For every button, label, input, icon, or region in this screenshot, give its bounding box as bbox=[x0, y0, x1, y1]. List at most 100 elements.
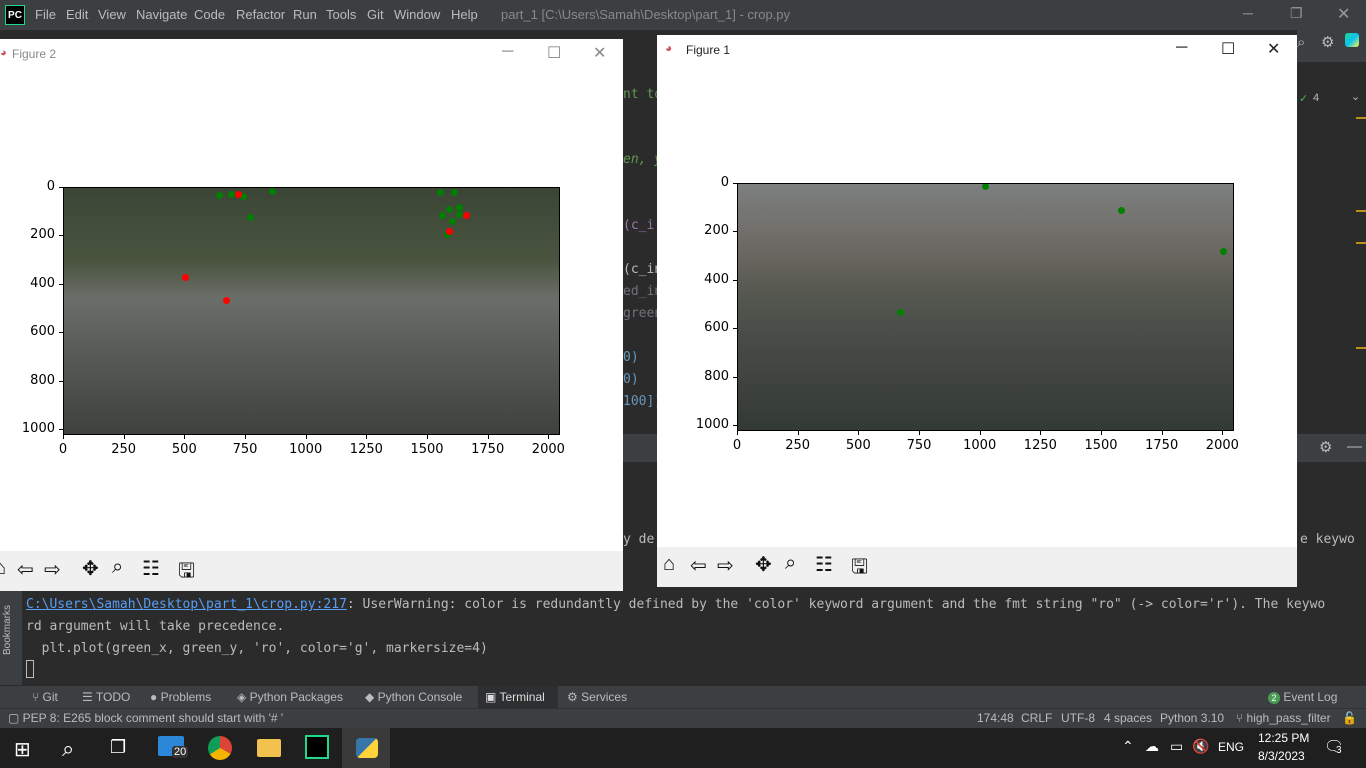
home-icon[interactable]: ⌂ bbox=[663, 553, 675, 576]
cloud-icon[interactable]: ☁ bbox=[1145, 738, 1159, 755]
menu-tools[interactable]: Tools bbox=[326, 7, 356, 22]
bookmarks-label[interactable]: Bookmarks bbox=[2, 605, 13, 655]
plot-axes[interactable] bbox=[63, 187, 560, 435]
tab-problems[interactable]: ● Problems bbox=[150, 690, 211, 704]
windows-start-icon[interactable]: ⊞ bbox=[14, 737, 31, 762]
figure1-plot-area[interactable]: 0 250 500 750 1000 1250 1500 1750 2000 0 200 400 600… bbox=[657, 35, 1297, 545]
y-tick-label: 0 bbox=[46, 179, 55, 194]
menu-file[interactable]: File bbox=[35, 7, 56, 22]
y-tick-label: 1000 bbox=[21, 421, 55, 437]
hide-panel-icon[interactable]: — bbox=[1347, 438, 1362, 455]
terminal-line: C:\Users\Samah\Desktop\part_1\crop.py:21… bbox=[26, 597, 1325, 612]
data-point bbox=[1117, 207, 1125, 215]
tab-python-console[interactable]: ◆ Python Console bbox=[365, 690, 462, 704]
figure1-window[interactable]: ◕ Figure 1 ─ ☐ ✕ 0 250 500 750 1000 1250 1500 1… bbox=[657, 35, 1297, 587]
zoom-icon[interactable]: ⌕ bbox=[112, 556, 123, 579]
lock-icon[interactable]: 🔓 bbox=[1342, 711, 1357, 725]
volume-muted-icon[interactable]: 🔇 bbox=[1192, 738, 1209, 755]
y-tick-label: 200 bbox=[30, 227, 55, 243]
chevron-down-icon[interactable]: ⌄ bbox=[1351, 90, 1360, 103]
save-icon[interactable]: 🖫 bbox=[851, 552, 868, 586]
data-point bbox=[439, 212, 447, 220]
menu-code[interactable]: Code bbox=[194, 7, 225, 22]
x-tick-mark bbox=[1040, 431, 1042, 435]
warning-stripe[interactable] bbox=[1356, 347, 1366, 349]
x-tick-label: 1500 bbox=[1084, 438, 1118, 453]
terminal-file-link[interactable]: C:\Users\Samah\Desktop\part_1\crop.py:21… bbox=[26, 597, 347, 612]
status-encoding[interactable]: UTF-8 bbox=[1061, 711, 1095, 725]
x-tick-label: 1000 bbox=[963, 438, 997, 453]
back-arrow-icon[interactable]: ⇦ bbox=[17, 557, 34, 582]
chrome-icon[interactable] bbox=[208, 736, 232, 760]
status-indent[interactable]: 4 spaces bbox=[1104, 711, 1152, 725]
warning-stripe[interactable] bbox=[1356, 210, 1366, 212]
status-line-separator[interactable]: CRLF bbox=[1021, 711, 1052, 725]
configure-subplots-icon[interactable]: ☷ bbox=[142, 556, 160, 581]
pan-icon[interactable]: ✥ bbox=[82, 556, 99, 581]
restore-icon[interactable]: ❐ bbox=[1290, 5, 1303, 22]
figure2-window[interactable]: ◕ Figure 2 ─ ☐ ✕ 0 250 500 750 1000 1250 1500 1… bbox=[0, 39, 623, 591]
search-icon[interactable]: ⌕ bbox=[1297, 34, 1305, 51]
gear-icon[interactable]: ⚙ bbox=[1319, 438, 1332, 456]
data-point bbox=[247, 213, 255, 221]
warning-stripe[interactable] bbox=[1356, 117, 1366, 119]
event-log-button[interactable]: 2 Event Log bbox=[1268, 690, 1337, 704]
menu-run[interactable]: Run bbox=[293, 7, 317, 22]
search-icon[interactable]: ⌕ bbox=[62, 736, 74, 762]
x-tick-label: 1750 bbox=[1145, 438, 1179, 453]
zoom-icon[interactable]: ⌕ bbox=[785, 552, 796, 575]
status-interpreter[interactable]: Python 3.10 bbox=[1160, 711, 1224, 725]
figure2-navbar: ⌂ ⇦ ⇨ ✥ ⌕ ☷ 🖫 bbox=[0, 551, 623, 591]
clock-time[interactable]: 12:25 PM bbox=[1258, 731, 1309, 745]
back-arrow-icon[interactable]: ⇦ bbox=[690, 553, 707, 578]
home-icon[interactable]: ⌂ bbox=[0, 557, 6, 580]
configure-subplots-icon[interactable]: ☷ bbox=[815, 552, 833, 577]
battery-icon[interactable]: ▭ bbox=[1170, 738, 1183, 755]
pycharm-taskbar-icon[interactable] bbox=[305, 735, 329, 759]
menu-refactor[interactable]: Refactor bbox=[236, 7, 285, 22]
x-tick-mark bbox=[797, 431, 799, 435]
x-tick-mark bbox=[487, 435, 489, 439]
menu-view[interactable]: View bbox=[98, 7, 126, 22]
inspection-ok-icon[interactable]: ✓ bbox=[1299, 92, 1308, 105]
tab-terminal[interactable]: ▣ Terminal bbox=[485, 690, 545, 704]
save-icon[interactable]: 🖫 bbox=[178, 556, 195, 590]
plot-axes[interactable] bbox=[737, 183, 1234, 431]
file-explorer-icon[interactable] bbox=[257, 739, 281, 757]
terminal-cursor[interactable] bbox=[26, 660, 34, 678]
x-tick-mark bbox=[63, 435, 64, 439]
tab-python-packages[interactable]: ◈ Python Packages bbox=[237, 690, 343, 704]
language-indicator[interactable]: ENG bbox=[1218, 740, 1244, 754]
forward-arrow-icon[interactable]: ⇨ bbox=[44, 557, 61, 582]
pan-icon[interactable]: ✥ bbox=[755, 552, 772, 577]
menu-git[interactable]: Git bbox=[367, 7, 384, 22]
close-icon[interactable]: ✕ bbox=[1337, 4, 1350, 24]
data-point bbox=[448, 218, 456, 226]
python-icon[interactable] bbox=[356, 738, 378, 758]
x-tick-mark bbox=[919, 431, 920, 435]
status-message-text: PEP 8: E265 block comment should start w… bbox=[22, 711, 284, 725]
code-fragment: 0) bbox=[623, 372, 639, 387]
tab-services[interactable]: ⚙ Services bbox=[567, 690, 627, 704]
chevron-up-icon[interactable]: ⌃ bbox=[1122, 738, 1134, 755]
forward-arrow-icon[interactable]: ⇨ bbox=[717, 553, 734, 578]
status-position[interactable]: 174:48 bbox=[977, 711, 1014, 725]
status-branch[interactable]: ⑂ high_pass_filter bbox=[1236, 711, 1331, 725]
menu-navigate[interactable]: Navigate bbox=[136, 7, 187, 22]
menu-window[interactable]: Window bbox=[394, 7, 440, 22]
status-message[interactable]: ▢ PEP 8: E265 block comment should start… bbox=[8, 711, 283, 725]
jetbrains-icon[interactable] bbox=[1345, 33, 1359, 47]
minimize-icon[interactable]: ─ bbox=[1243, 5, 1253, 21]
warning-stripe[interactable] bbox=[1356, 242, 1366, 244]
tab-todo[interactable]: ☰ TODO bbox=[82, 690, 130, 704]
data-point bbox=[223, 297, 231, 305]
gear-icon[interactable]: ⚙ bbox=[1321, 33, 1334, 51]
clock-date[interactable]: 8/3/2023 bbox=[1258, 749, 1305, 763]
figure2-plot-area[interactable]: 0 250 500 750 1000 1250 1500 1750 2000 0 200 400 600… bbox=[0, 39, 623, 549]
x-tick-label: 1250 bbox=[1023, 438, 1057, 453]
task-view-icon[interactable]: ❐ bbox=[110, 737, 126, 758]
data-point bbox=[463, 212, 471, 220]
tab-git[interactable]: ⑂ Git bbox=[32, 690, 58, 704]
menu-edit[interactable]: Edit bbox=[66, 7, 88, 22]
menu-help[interactable]: Help bbox=[451, 7, 478, 22]
